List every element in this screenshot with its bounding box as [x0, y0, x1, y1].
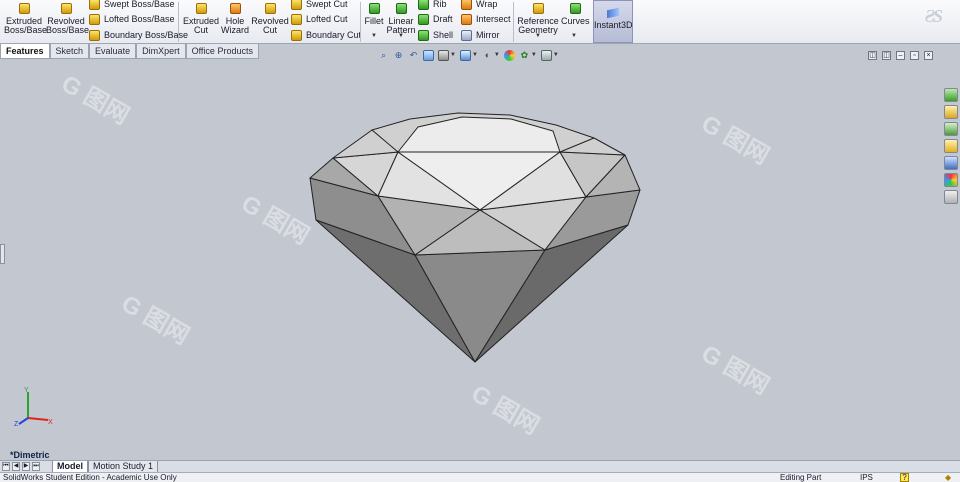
status-license-text: SolidWorks Student Edition - Academic Us…	[3, 473, 177, 482]
triad-x-label: X	[48, 419, 53, 426]
task-pane-extra-icon[interactable]	[944, 190, 958, 204]
feature-manager-handle[interactable]	[0, 244, 5, 264]
file-explorer-icon[interactable]	[944, 122, 958, 136]
triad-z-axis	[18, 417, 29, 425]
triad-x-axis	[27, 417, 49, 421]
appearances-icon[interactable]	[944, 156, 958, 170]
view-orientation-label: *Dimetric	[10, 450, 50, 460]
reference-triad: Y X Z	[14, 387, 53, 426]
solidworks-resources-icon[interactable]	[944, 88, 958, 102]
triad-y-label: Y	[24, 387, 29, 394]
design-library-icon[interactable]	[944, 105, 958, 119]
custom-properties-icon[interactable]	[944, 173, 958, 187]
triad-z-label: Z	[14, 421, 19, 426]
first-tab-icon[interactable]: ⏮	[2, 462, 10, 471]
status-mode-text: Editing Part	[780, 473, 822, 482]
last-tab-icon[interactable]: ⏭	[32, 462, 40, 471]
status-units-text[interactable]: IPS	[860, 473, 873, 482]
help-icon[interactable]: ?	[900, 473, 909, 482]
rebuild-icon[interactable]: ◆	[945, 473, 951, 482]
next-tab-icon[interactable]: ▶	[22, 462, 30, 471]
prev-tab-icon[interactable]: ◀	[12, 462, 20, 471]
diamond-geometry	[309, 112, 641, 363]
status-bar: SolidWorks Student Edition - Academic Us…	[0, 472, 960, 482]
task-pane-tabs	[944, 88, 960, 207]
diamond-part-model[interactable]	[0, 0, 960, 482]
model-tabs-bar: ⏮ ◀ ▶ ⏭ Model Motion Study 1	[0, 460, 960, 473]
view-palette-icon[interactable]	[944, 139, 958, 153]
